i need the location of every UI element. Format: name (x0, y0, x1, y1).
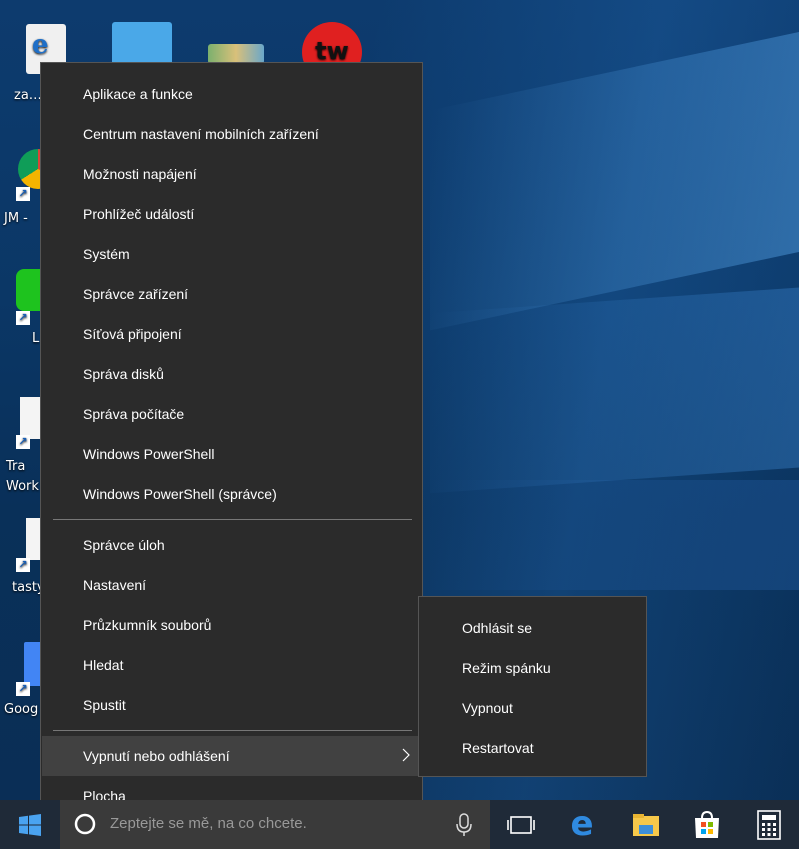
task-view-icon[interactable] (505, 809, 537, 841)
search-box[interactable]: Zeptejte se mě, na co chcete. (60, 800, 490, 849)
desktop-icon-tasty[interactable]: ↗ tasty (0, 518, 48, 598)
menu-item-device-manager[interactable]: Správce zařízení (42, 274, 423, 314)
file-explorer-icon[interactable] (630, 809, 662, 841)
wallpaper-light-beam (430, 480, 799, 590)
desktop-icon-gdocs[interactable]: ↗ Goog (0, 640, 48, 720)
submenu-item-shut-down[interactable]: Vypnout (420, 688, 647, 728)
chevron-right-icon (402, 748, 410, 762)
submenu-item-label: Odhlásit se (462, 620, 533, 636)
menu-item-powershell-admin[interactable]: Windows PowerShell (správce) (42, 474, 423, 514)
edge-icon[interactable]: e (566, 807, 598, 841)
menu-item-label: Systém (83, 246, 130, 262)
menu-item-system[interactable]: Systém (42, 234, 423, 274)
submenu-item-label: Restartovat (462, 740, 534, 756)
menu-item-label: Průzkumník souborů (83, 617, 212, 633)
menu-item-disk-management[interactable]: Správa disků (42, 354, 423, 394)
search-placeholder: Zeptejte se mě, na co chcete. (110, 815, 307, 832)
submenu-item-sign-out[interactable]: Odhlásit se (420, 608, 647, 648)
menu-item-apps-features[interactable]: Aplikace a funkce (42, 74, 423, 114)
wallpaper-light-beam (430, 286, 799, 494)
menu-item-shutdown-signout[interactable]: Vypnutí nebo odhlášení (42, 736, 423, 776)
start-button[interactable] (0, 800, 60, 849)
menu-item-settings[interactable]: Nastavení (42, 565, 423, 605)
taskbar: Zeptejte se mě, na co chcete. e (0, 800, 799, 849)
desktop-icon-chrome[interactable]: ↗ JM - (0, 145, 58, 235)
menu-item-computer-management[interactable]: Správa počítače (42, 394, 423, 434)
cortana-circle-icon (74, 813, 96, 835)
menu-item-label: Windows PowerShell (správce) (83, 486, 277, 502)
desktop-icon-pdf[interactable]: ↗ Tra Work (0, 395, 58, 495)
desktop-icon-label: Goog (4, 702, 39, 717)
menu-item-label: Centrum nastavení mobilních zařízení (83, 126, 319, 142)
menu-separator (53, 519, 412, 520)
menu-item-network-connections[interactable]: Síťová připojení (42, 314, 423, 354)
desktop-icon-image[interactable] (208, 44, 264, 64)
menu-item-file-explorer[interactable]: Průzkumník souborů (42, 605, 423, 645)
shortcut-arrow-icon: ↗ (16, 558, 30, 572)
menu-item-label: Windows PowerShell (83, 446, 215, 462)
shortcut-arrow-icon: ↗ (16, 311, 30, 325)
microphone-icon[interactable] (456, 813, 472, 837)
menu-item-task-manager[interactable]: Správce úloh (42, 525, 423, 565)
shortcut-arrow-icon: ↗ (16, 187, 30, 201)
photo-thumbnail-icon (208, 44, 264, 64)
shutdown-submenu: Odhlásit se Režim spánku Vypnout Restart… (418, 596, 647, 777)
desktop-icon-label: L (32, 331, 40, 346)
menu-item-label: Aplikace a funkce (83, 86, 193, 102)
windows-start-icon (19, 814, 41, 836)
submenu-item-label: Vypnout (462, 700, 513, 716)
submenu-item-restart[interactable]: Restartovat (420, 728, 647, 768)
menu-item-label: Správce zařízení (83, 286, 189, 302)
menu-item-mobility-center[interactable]: Centrum nastavení mobilních zařízení (42, 114, 423, 154)
menu-item-label: Hledat (83, 657, 124, 673)
winx-context-menu: Aplikace a funkce Centrum nastavení mobi… (40, 62, 423, 826)
menu-separator (53, 730, 412, 731)
menu-item-label: Správa disků (83, 366, 164, 382)
menu-item-label: Nastavení (83, 577, 147, 593)
menu-item-power-options[interactable]: Možnosti napájení (42, 154, 423, 194)
wallpaper-light-beam (430, 29, 799, 331)
menu-item-powershell[interactable]: Windows PowerShell (42, 434, 423, 474)
desktop-icon-label: Tra Work (6, 459, 39, 494)
menu-item-label: Spustit (83, 697, 126, 713)
menu-item-label: Síťová připojení (83, 326, 182, 342)
store-icon[interactable] (691, 809, 723, 841)
menu-item-label: Možnosti napájení (83, 166, 197, 182)
cloud-app-icon (112, 22, 172, 66)
menu-item-search[interactable]: Hledat (42, 645, 423, 685)
menu-item-event-viewer[interactable]: Prohlížeč událostí (42, 194, 423, 234)
menu-item-label: Správa počítače (83, 406, 185, 422)
menu-item-label: Vypnutí nebo odhlášení (83, 748, 230, 764)
shortcut-arrow-icon: ↗ (16, 435, 30, 449)
menu-item-label: Správce úloh (83, 537, 165, 553)
desktop-icon-line[interactable]: ↗ L (0, 265, 58, 355)
calculator-icon[interactable] (753, 809, 785, 841)
submenu-item-label: Režim spánku (462, 660, 551, 676)
menu-item-run[interactable]: Spustit (42, 685, 423, 725)
menu-item-label: Prohlížeč událostí (83, 206, 195, 222)
shortcut-arrow-icon: ↗ (16, 682, 30, 696)
submenu-item-sleep[interactable]: Režim spánku (420, 648, 647, 688)
desktop-icon-label: JM - (4, 211, 28, 226)
